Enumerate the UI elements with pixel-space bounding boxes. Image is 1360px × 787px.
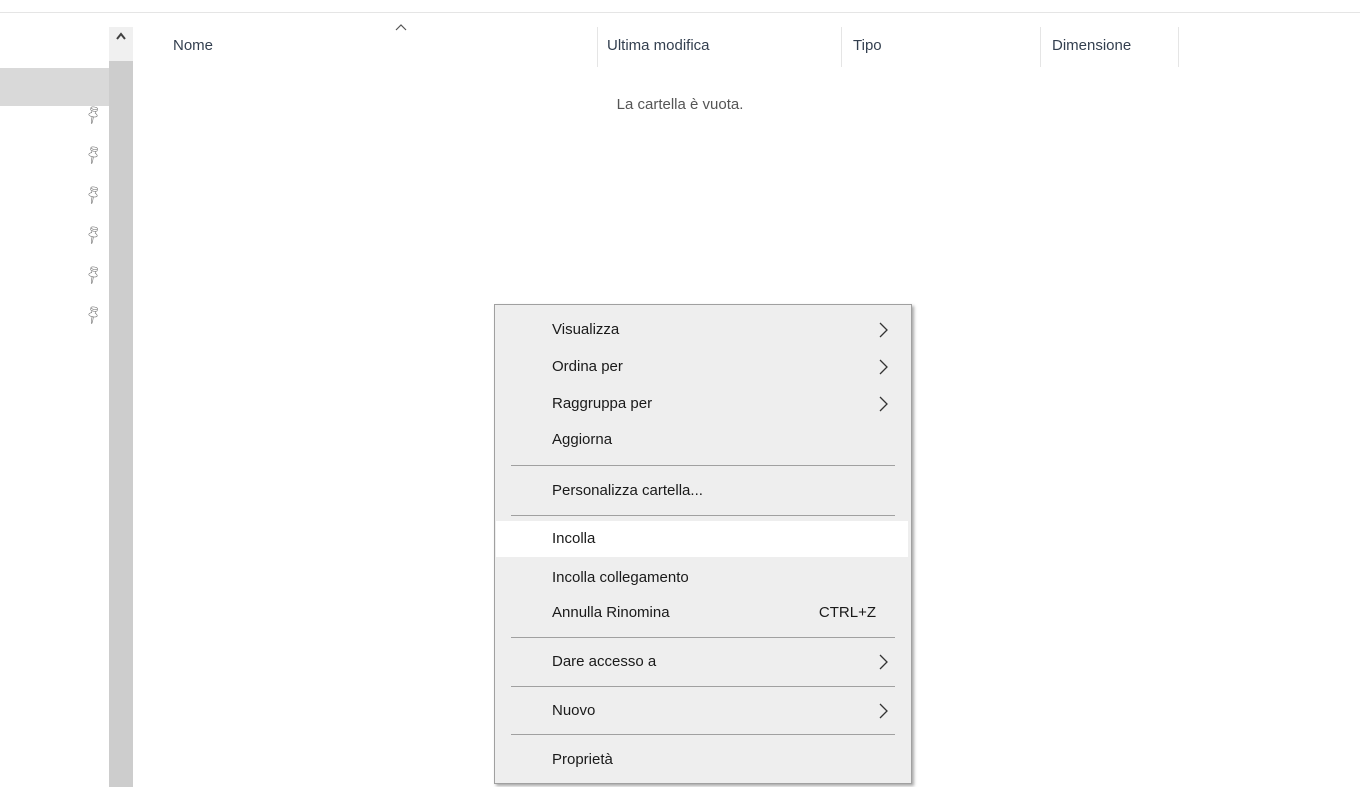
nav-scrollbar[interactable] [109, 27, 133, 787]
menu-item-paste-shortcut[interactable]: Incolla collegamento [496, 562, 908, 594]
menu-item-label: Nuovo [552, 702, 596, 719]
menu-item-label: Raggruppa per [552, 395, 653, 412]
menu-item-new[interactable]: Nuovo [496, 695, 908, 727]
column-divider[interactable] [597, 27, 598, 67]
pin-icon: 📌︎ [81, 222, 105, 246]
context-menu: Visualizza Ordina per Raggruppa per Aggi… [494, 304, 912, 784]
menu-item-label: Annulla Rinomina [552, 604, 670, 621]
menu-item-paste[interactable]: Incolla [496, 521, 908, 557]
column-header-name[interactable]: Nome [173, 27, 213, 65]
navigation-pane: 📌︎ 📌︎ 📌︎ 📌︎ 📌︎ 📌︎ [0, 13, 109, 787]
window-top-border [0, 12, 1360, 13]
menu-item-label: Incolla collegamento [552, 569, 689, 586]
column-header-modified[interactable]: Ultima modifica [607, 27, 710, 65]
column-divider[interactable] [1178, 27, 1179, 67]
column-divider[interactable] [1040, 27, 1041, 67]
menu-separator [511, 465, 895, 466]
menu-item-sort-by[interactable]: Ordina per [496, 351, 908, 383]
chevron-right-icon [879, 396, 888, 412]
menu-separator [511, 686, 895, 687]
pin-icon: 📌︎ [81, 302, 105, 326]
menu-item-label: Personalizza cartella... [552, 482, 703, 499]
sort-ascending-icon [395, 24, 407, 31]
chevron-right-icon [879, 359, 888, 375]
column-header-size[interactable]: Dimensione [1052, 27, 1131, 65]
menu-item-label: Visualizza [552, 321, 620, 338]
menu-item-label: Ordina per [552, 358, 623, 375]
menu-item-customize-folder[interactable]: Personalizza cartella... [496, 475, 908, 507]
menu-item-label: Aggiorna [552, 431, 613, 448]
pin-icon: 📌︎ [81, 182, 105, 206]
menu-item-label: Dare accesso a [552, 653, 657, 670]
pin-icon: 📌︎ [81, 142, 105, 166]
menu-item-view[interactable]: Visualizza [496, 314, 908, 346]
chevron-up-icon [116, 32, 126, 40]
menu-item-label: Proprietà [552, 751, 613, 768]
column-divider[interactable] [841, 27, 842, 67]
menu-separator [511, 734, 895, 735]
menu-separator [511, 637, 895, 638]
pin-icon: 📌︎ [81, 262, 105, 286]
scrollbar-thumb[interactable] [109, 61, 133, 787]
chevron-right-icon [879, 654, 888, 670]
chevron-right-icon [879, 703, 888, 719]
scroll-up-button[interactable] [109, 27, 133, 61]
menu-item-undo-rename[interactable]: Annulla Rinomina CTRL+Z [496, 597, 908, 629]
menu-item-shortcut: CTRL+Z [818, 604, 876, 621]
menu-item-refresh[interactable]: Aggiorna [496, 424, 908, 456]
menu-item-give-access[interactable]: Dare accesso a [496, 646, 908, 678]
empty-folder-message: La cartella è vuota. [616, 96, 744, 113]
chevron-right-icon [879, 322, 888, 338]
column-header-row: Nome Ultima modifica Tipo Dimensione [133, 24, 1360, 67]
menu-item-group-by[interactable]: Raggruppa per [496, 388, 908, 420]
menu-item-label: Incolla [552, 530, 596, 547]
menu-item-properties[interactable]: Proprietà [496, 744, 908, 776]
column-header-type[interactable]: Tipo [853, 27, 882, 65]
menu-separator [511, 515, 895, 516]
